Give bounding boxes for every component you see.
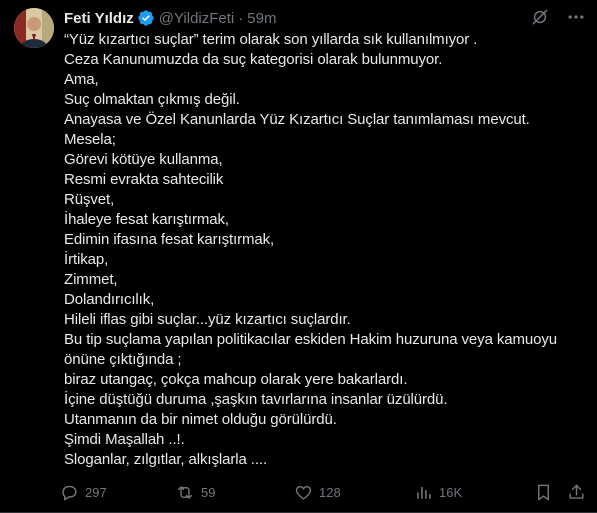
grok-icon[interactable] bbox=[529, 6, 551, 28]
tweet-line: İrtikap, bbox=[64, 251, 109, 268]
author-name[interactable]: Feti Yıldız bbox=[64, 10, 134, 27]
tweet-header: Feti Yıldız @YildizFeti · 59m bbox=[64, 8, 276, 28]
like-count: 128 bbox=[319, 484, 341, 500]
retweet-button[interactable]: 59 bbox=[175, 481, 215, 503]
top-actions bbox=[529, 6, 587, 28]
tweet-line: Ama, bbox=[64, 71, 99, 88]
more-icon[interactable] bbox=[565, 6, 587, 28]
tweet-line: Ceza Kanunumuzda da suç kategorisi olara… bbox=[64, 51, 443, 68]
tweet-line: Suç olmaktan çıkmış değil. bbox=[64, 91, 240, 108]
like-icon bbox=[294, 483, 313, 502]
share-icon bbox=[567, 483, 586, 502]
tweet-line: Bu tip suçlama yapılan politikacılar esk… bbox=[64, 331, 558, 348]
avatar[interactable] bbox=[14, 8, 54, 48]
timestamp[interactable]: 59m bbox=[247, 10, 276, 27]
bookmark-icon bbox=[534, 483, 553, 502]
tweet-line: önüne çıktığında ; bbox=[64, 351, 182, 368]
separator-dot: · bbox=[238, 9, 244, 27]
author-handle[interactable]: @YildizFeti bbox=[159, 10, 235, 27]
tweet[interactable]: Feti Yıldız @YildizFeti · 59m “Yüz kızar… bbox=[0, 0, 597, 513]
tweet-actions: 297 59 128 16K bbox=[60, 481, 590, 503]
tweet-line: Zimmet, bbox=[64, 271, 118, 288]
tweet-line: Mesela; bbox=[64, 131, 116, 148]
tweet-line: Resmi evrakta sahtecilik bbox=[64, 171, 224, 188]
like-button[interactable]: 128 bbox=[294, 481, 341, 503]
tweet-line: Sloganlar, zılgıtlar, alkışlarla .... bbox=[64, 451, 268, 468]
tweet-line: İçine düştüğü duruma ,şaşkın tavırlarına… bbox=[64, 391, 448, 408]
views-icon bbox=[414, 483, 433, 502]
reply-count: 297 bbox=[85, 484, 107, 500]
reply-button[interactable]: 297 bbox=[60, 481, 107, 503]
share-button[interactable] bbox=[567, 481, 586, 503]
avatar-image bbox=[14, 8, 54, 48]
tweet-line: Hileli iflas gibi suçlar...yüz kızartıcı… bbox=[64, 311, 351, 328]
tweet-line: Utanmanın da bir nimet olduğu görülürdü. bbox=[64, 411, 337, 428]
tweet-text: “Yüz kızartıcı suçlar” terim olarak son … bbox=[64, 30, 584, 470]
tweet-line: Görevi kötüye kullanma, bbox=[64, 151, 223, 168]
views-count: 16K bbox=[439, 484, 463, 500]
reply-icon bbox=[60, 483, 79, 502]
tweet-line: İhaleye fesat karıştırmak, bbox=[64, 211, 229, 228]
tweet-line: Anayasa ve Özel Kanunlarda Yüz Kızartıcı… bbox=[64, 111, 530, 128]
tweet-line: Rüşvet, bbox=[64, 191, 115, 208]
tweet-line: Dolandırıcılık, bbox=[64, 291, 155, 308]
tweet-line: Edimin ifasına fesat karıştırmak, bbox=[64, 231, 275, 248]
retweet-count: 59 bbox=[201, 484, 216, 500]
verified-badge-icon bbox=[137, 9, 155, 27]
bookmark-button[interactable] bbox=[534, 481, 553, 503]
views-button[interactable]: 16K bbox=[414, 481, 462, 503]
retweet-icon bbox=[175, 483, 195, 502]
tweet-line: “Yüz kızartıcı suçlar” terim olarak son … bbox=[64, 31, 478, 48]
tweet-line: biraz utangaç, çokça mahcup olarak yere … bbox=[64, 371, 408, 388]
tweet-line: Şimdi Maşallah ..!. bbox=[64, 431, 185, 448]
